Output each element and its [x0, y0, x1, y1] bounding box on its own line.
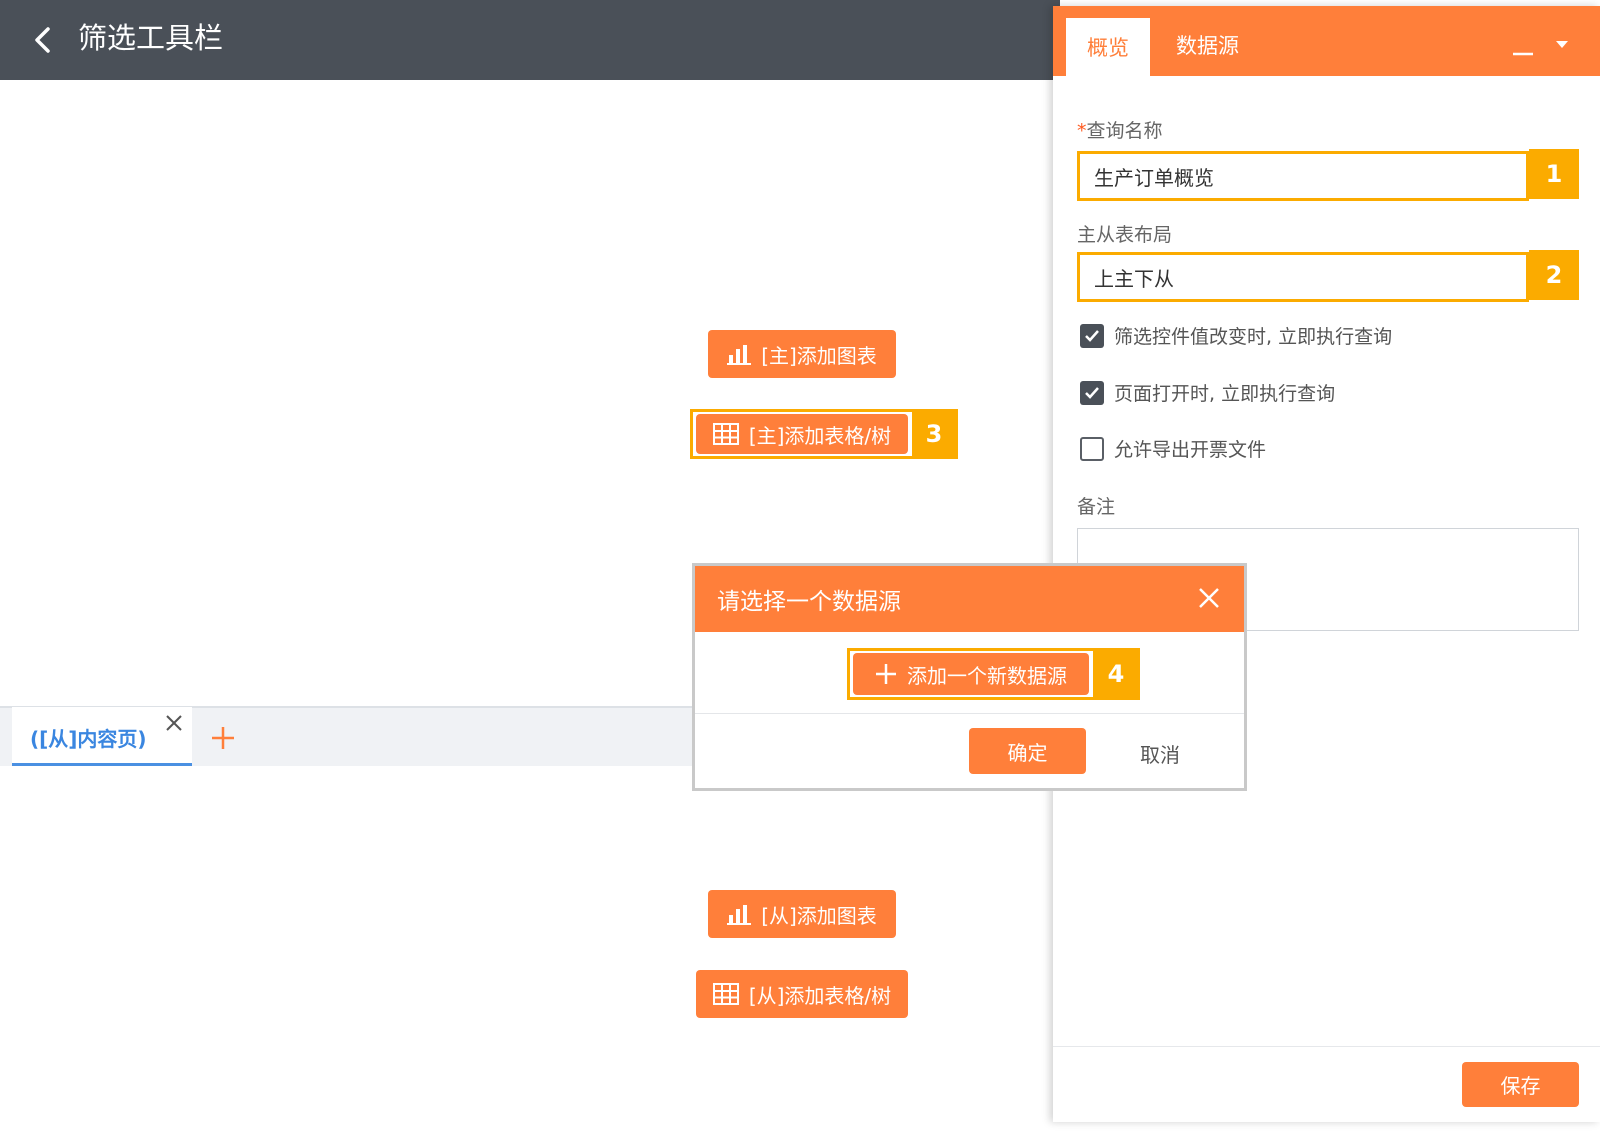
bar-chart-icon: [727, 345, 752, 365]
bar-chart-icon: [727, 905, 752, 925]
sub-add-chart-label: [从]添加图表: [761, 903, 877, 928]
sub-add-table-button[interactable]: [从]添加表格/树: [696, 970, 908, 1018]
layout-select[interactable]: 上主下从: [1077, 252, 1529, 302]
close-icon[interactable]: [1197, 586, 1221, 610]
dialog-divider: [695, 713, 1244, 714]
sub-add-table-label: [从]添加表格/树: [748, 983, 892, 1008]
minimize-icon[interactable]: [1512, 38, 1534, 58]
confirm-button[interactable]: 确定: [969, 728, 1086, 774]
plus-icon: [876, 664, 896, 684]
table-grid-icon: [712, 983, 739, 1005]
tab-sub-content-page-label: ([从]内容页): [30, 727, 147, 751]
checkbox-run-on-filter-change[interactable]: 筛选控件值改变时, 立即执行查询: [1080, 322, 1392, 349]
query-name-label: *查询名称: [1077, 120, 1163, 142]
query-name-input[interactable]: 生产订单概览: [1077, 151, 1529, 201]
checkbox-label: 筛选控件值改变时, 立即执行查询: [1114, 326, 1393, 348]
step-badge-1: 1: [1529, 149, 1579, 199]
main-add-table-button[interactable]: [主]添加表格/树: [696, 414, 908, 454]
step-badge-3: 3: [912, 411, 956, 457]
tab-datasource[interactable]: 数据源: [1176, 30, 1239, 60]
layout-label: 主从表布局: [1077, 224, 1173, 246]
step-badge-2: 2: [1529, 250, 1579, 300]
checkbox-label: 允许导出开票文件: [1114, 439, 1267, 461]
tab-overview[interactable]: 概览: [1066, 18, 1150, 76]
tab-close-icon[interactable]: [165, 714, 183, 732]
dialog-title: 请选择一个数据源: [717, 589, 901, 615]
step-badge-4: 4: [1093, 650, 1139, 698]
back-arrow-icon[interactable]: [28, 24, 60, 56]
add-tab-plus-icon[interactable]: [211, 726, 235, 750]
save-button[interactable]: 保存: [1462, 1062, 1579, 1107]
checkbox-unchecked-icon[interactable]: [1080, 436, 1104, 461]
main-add-table-label: [主]添加表格/树: [748, 423, 892, 448]
checkbox-run-on-page-open[interactable]: 页面打开时, 立即执行查询: [1080, 379, 1335, 406]
page-title: 筛选工具栏: [78, 21, 224, 55]
main-add-chart-label: [主]添加图表: [761, 343, 877, 368]
add-new-datasource-button[interactable]: 添加一个新数据源: [853, 653, 1089, 695]
caret-down-icon[interactable]: [1554, 36, 1570, 48]
table-grid-icon: [712, 423, 739, 445]
checkbox-label: 页面打开时, 立即执行查询: [1114, 383, 1336, 405]
cancel-button[interactable]: 取消: [1140, 739, 1180, 768]
checkbox-checked-icon[interactable]: [1080, 323, 1104, 348]
sub-add-chart-button[interactable]: [从]添加图表: [708, 890, 896, 938]
panel-footer-divider: [1053, 1046, 1600, 1047]
add-new-datasource-label: 添加一个新数据源: [907, 663, 1067, 688]
checkbox-allow-export-invoice[interactable]: 允许导出开票文件: [1080, 435, 1266, 462]
remark-label: 备注: [1077, 496, 1116, 518]
main-add-chart-button[interactable]: [主]添加图表: [708, 330, 896, 378]
checkbox-checked-icon[interactable]: [1080, 380, 1104, 405]
